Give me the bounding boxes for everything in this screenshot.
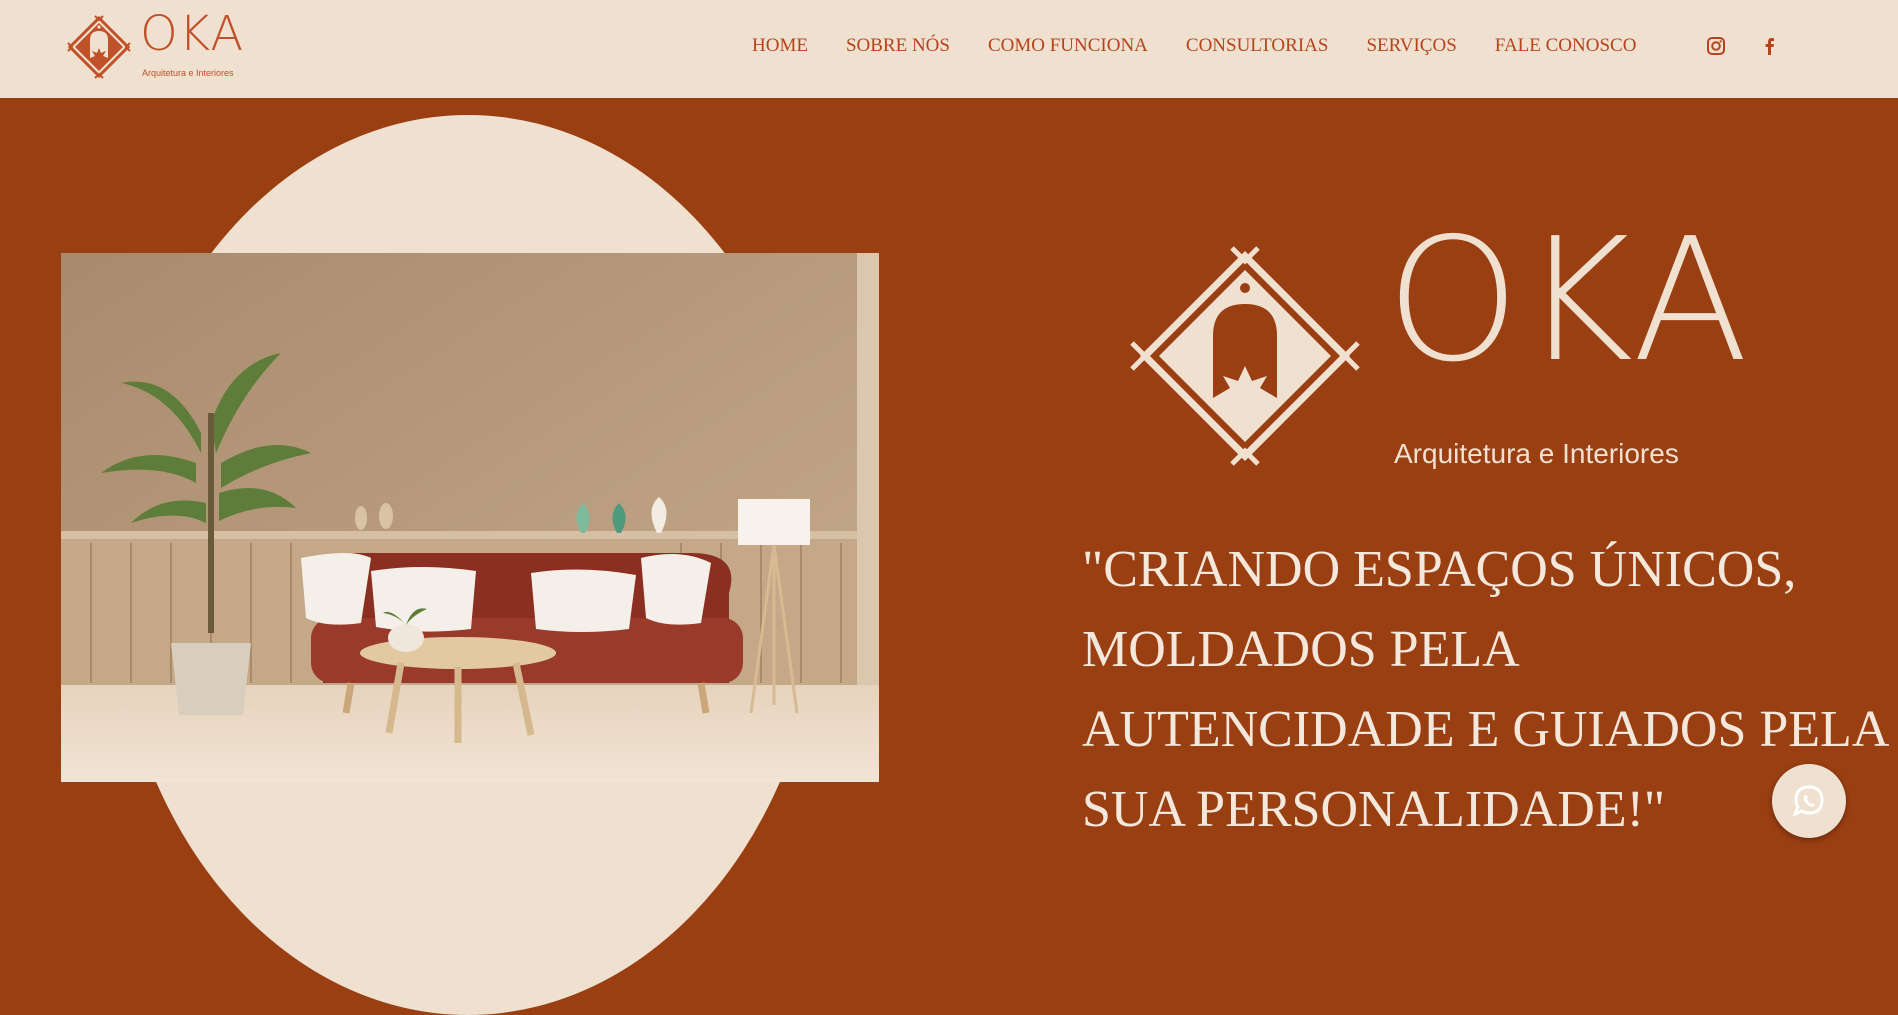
whatsapp-button[interactable]: [1772, 764, 1846, 838]
nav-fale-conosco[interactable]: FALE CONOSCO: [1495, 35, 1637, 57]
nav-consultorias[interactable]: CONSULTORIAS: [1186, 35, 1329, 57]
oka-logo-mark-icon: [67, 15, 131, 79]
hero-quote: "CRIANDO ESPAÇOS ÚNICOS, MOLDADOS PELA A…: [1082, 541, 1887, 838]
top-navbar: OKA Arquitetura e Interiores HOME SOBRE …: [0, 0, 1898, 98]
living-room-illustration: [61, 253, 879, 782]
nav-home[interactable]: HOME: [752, 35, 808, 57]
header-logo[interactable]: OKA Arquitetura e Interiores: [66, 10, 246, 84]
instagram-icon[interactable]: [1706, 36, 1726, 56]
nav-sobre-nos[interactable]: SOBRE NÓS: [846, 35, 950, 57]
logo-wordmark: OKA: [140, 6, 245, 62]
logo-tagline: Arquitetura e Interiores: [142, 68, 234, 78]
main-nav: HOME SOBRE NÓS COMO FUNCIONA CONSULTORIA…: [752, 35, 1674, 57]
hero-logo-wordmark: OKA: [1386, 202, 1751, 400]
hero-logo: OKA Arquitetura e Interiores: [1130, 216, 1749, 476]
nav-como-funciona[interactable]: COMO FUNCIONA: [988, 35, 1148, 57]
hero-logo-tagline: Arquitetura e Interiores: [1394, 438, 1679, 469]
oka-logo-mark-large-icon: [1130, 246, 1360, 466]
facebook-icon[interactable]: [1760, 36, 1780, 56]
social-links: [1706, 36, 1780, 56]
nav-servicos[interactable]: SERVIÇOS: [1366, 35, 1456, 57]
whatsapp-icon: [1792, 785, 1824, 817]
living-room-photo: [61, 253, 879, 782]
